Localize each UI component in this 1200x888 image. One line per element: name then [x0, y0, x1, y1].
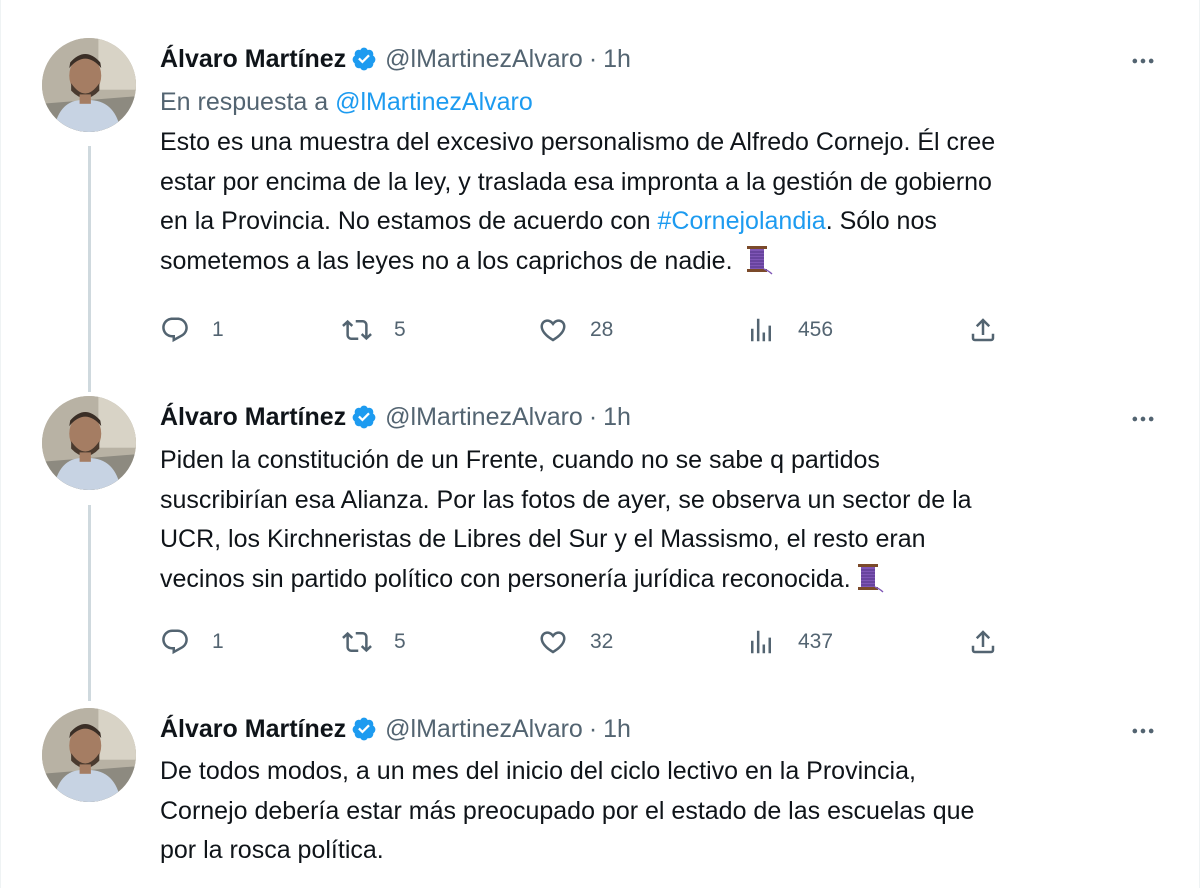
- reply-count: 1: [212, 318, 224, 341]
- separator-dot: ·: [588, 714, 598, 743]
- tweet-time[interactable]: 1h: [603, 45, 631, 74]
- more-options-button[interactable]: [1126, 46, 1160, 76]
- reply-to-handle-link[interactable]: @lMartinezAlvaro: [335, 88, 533, 116]
- retweet-count: 5: [394, 318, 406, 341]
- more-icon: [1132, 728, 1154, 734]
- tweet-text-line: Piden la constitución de un Frente, cuan…: [160, 446, 880, 474]
- views-count: 437: [798, 630, 834, 653]
- more-icon: [1132, 416, 1154, 422]
- reply-icon: [162, 629, 188, 655]
- tweet-text-segment: . Sólo nos: [825, 207, 937, 235]
- author-name[interactable]: Álvaro Martínez: [160, 45, 346, 74]
- reply-count: 1: [212, 630, 224, 653]
- author-name[interactable]: Álvaro Martínez: [160, 715, 346, 744]
- views-button[interactable]: 456: [746, 312, 833, 348]
- views-icon: [751, 318, 771, 342]
- tweet-text-line: UCR, los Kirchneristas de Libres del Sur…: [160, 525, 926, 553]
- tweet-actions: 1 5 28 456: [160, 312, 1020, 348]
- more-options-button[interactable]: [1126, 716, 1160, 746]
- author-handle[interactable]: @lMartinezAlvaro: [385, 715, 583, 744]
- avatar-image: [42, 708, 136, 802]
- tweet-text-segment: sometemos a las leyes no a los caprichos…: [160, 246, 733, 275]
- share-icon: [971, 630, 995, 654]
- views-icon: [751, 630, 771, 654]
- views-button[interactable]: 437: [746, 624, 833, 660]
- retweet-button[interactable]: 5: [342, 624, 406, 660]
- like-icon: [540, 631, 566, 654]
- reply-button[interactable]: 1: [160, 312, 224, 348]
- tweet-time[interactable]: 1h: [603, 403, 631, 432]
- verified-badge-icon: [352, 405, 376, 429]
- tweet-text-line: en la Provincia. No estamos de acuerdo c…: [160, 202, 995, 242]
- reply-icon: [162, 317, 188, 343]
- reply-context: En respuesta a @lMartinezAlvaro: [160, 88, 533, 117]
- like-button[interactable]: 28: [538, 312, 613, 348]
- tweet-text-line: vecinos sin partido político con persone…: [160, 560, 972, 600]
- avatar[interactable]: [42, 708, 136, 802]
- tweet-text: Piden la constitución de un Frente, cuan…: [160, 441, 972, 599]
- share-icon: [971, 318, 995, 342]
- tweet-time[interactable]: 1h: [603, 715, 631, 744]
- reply-prefix: En respuesta a: [160, 88, 329, 116]
- separator-dot: ·: [588, 402, 598, 431]
- thread-emoji-icon: [857, 563, 884, 593]
- more-icon: [1132, 58, 1154, 64]
- thread-emoji-icon: [746, 245, 772, 275]
- author-handle[interactable]: @lMartinezAlvaro: [385, 45, 583, 74]
- tweet-text-segment: vecinos sin partido político con persone…: [160, 564, 851, 593]
- author-handle[interactable]: @lMartinezAlvaro: [385, 403, 583, 432]
- tweet-text-segment: en la Provincia. No estamos de acuerdo c…: [160, 207, 658, 235]
- retweet-button[interactable]: 5: [342, 312, 406, 348]
- avatar-image: [42, 38, 136, 132]
- tweet-text: De todos modos, a un mes del inicio del …: [160, 752, 974, 871]
- hashtag-link[interactable]: #Cornejolandia: [658, 207, 826, 235]
- like-count: 32: [590, 630, 614, 653]
- separator-dot: ·: [588, 44, 598, 73]
- tweet-text-line: Esto es una muestra del excesivo persona…: [160, 128, 996, 156]
- tweet-actions: 1 5 32 437: [160, 624, 1020, 660]
- like-count: 28: [590, 318, 614, 341]
- tweet-text-line: De todos modos, a un mes del inicio del …: [160, 757, 916, 785]
- like-icon: [540, 319, 566, 342]
- tweet-text-line: Cornejo debería estar más preocupado por…: [160, 796, 975, 825]
- avatar[interactable]: [42, 396, 136, 490]
- tweet-text: Esto es una muestra del excesivo persona…: [160, 123, 995, 281]
- verified-badge-icon: [352, 47, 376, 71]
- avatar[interactable]: [42, 38, 136, 132]
- verified-badge-icon: [352, 717, 376, 741]
- like-button[interactable]: 32: [538, 624, 613, 660]
- share-button[interactable]: [968, 312, 998, 348]
- tweet-header: Álvaro Martínez @lMartinezAlvaro · 1h: [160, 712, 631, 746]
- more-options-button[interactable]: [1126, 404, 1160, 434]
- thread-line: [88, 146, 91, 392]
- tweet-text-line: sometemos a las leyes no a los caprichos…: [160, 242, 995, 282]
- views-count: 456: [798, 318, 834, 341]
- tweet-header: Álvaro Martínez @lMartinezAlvaro · 1h: [160, 42, 631, 76]
- tweet-text-line: suscribirían esa Alianza. Por las fotos …: [160, 485, 972, 514]
- thread-line: [88, 505, 91, 701]
- author-name[interactable]: Álvaro Martínez: [160, 403, 346, 432]
- reply-button[interactable]: 1: [160, 624, 224, 660]
- avatar-image: [42, 396, 136, 490]
- tweet-text-line: por la rosca política.: [160, 836, 384, 864]
- retweet-count: 5: [394, 630, 406, 653]
- tweet-header: Álvaro Martínez @lMartinezAlvaro · 1h: [160, 400, 631, 434]
- retweet-icon: [342, 319, 372, 341]
- tweet-text-line: estar por encima de la ley, y traslada e…: [160, 167, 992, 196]
- share-button[interactable]: [968, 624, 998, 660]
- retweet-icon: [342, 631, 372, 653]
